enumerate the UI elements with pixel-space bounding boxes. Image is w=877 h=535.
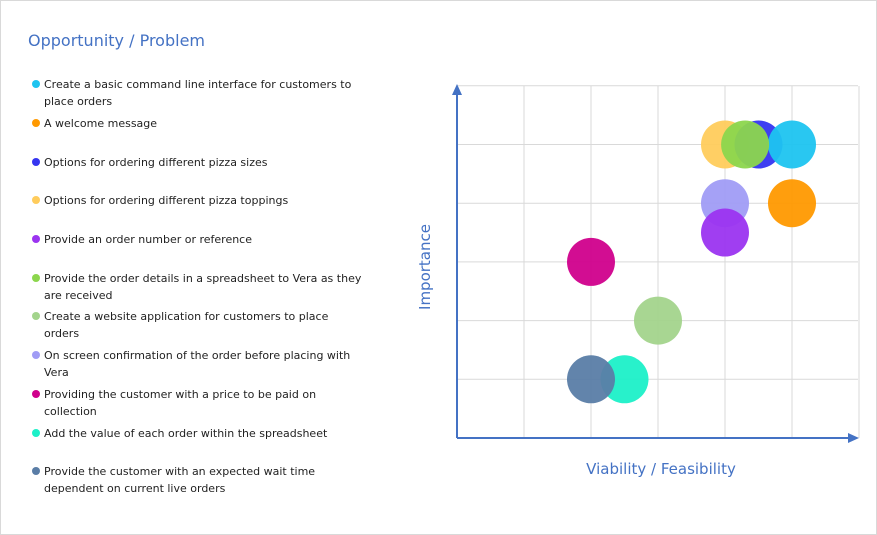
x-axis-arrow: [848, 433, 859, 443]
bubble-point: [768, 120, 816, 169]
bubble-chart: Viability / Feasibility Importance: [416, 84, 860, 478]
bubble-point: [768, 179, 816, 228]
x-axis-label: Viability / Feasibility: [586, 460, 736, 478]
bubble-point: [701, 208, 749, 257]
bubble-point: [567, 355, 615, 404]
bubble-point: [567, 237, 615, 286]
bubble-point: [721, 120, 770, 169]
y-axis-label: Importance: [416, 224, 434, 310]
bubble-point: [634, 296, 682, 345]
